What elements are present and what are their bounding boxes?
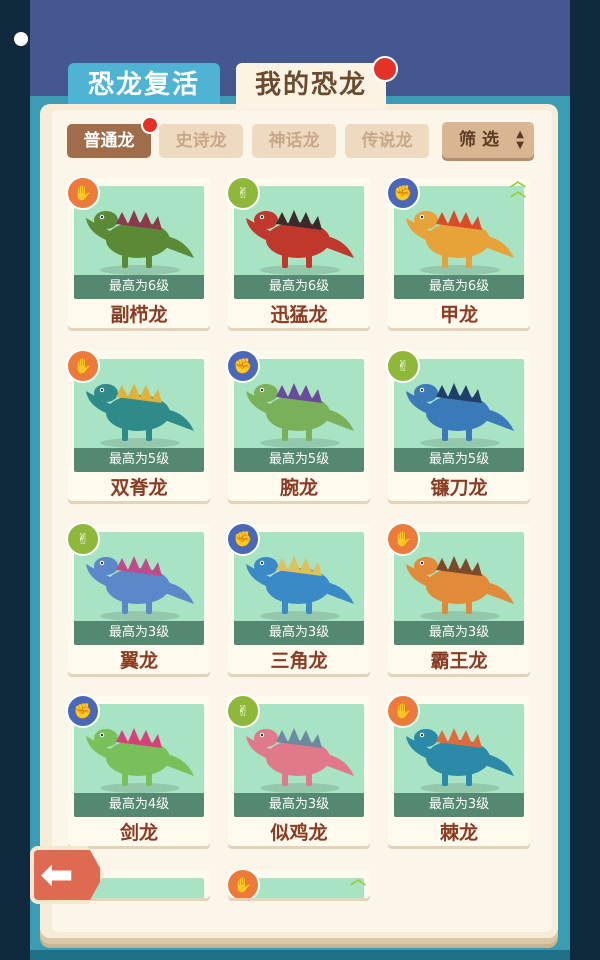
tab-dinosaur-revive[interactable]: 恐龙复活 — [68, 63, 220, 107]
filter-label: 筛 选 — [459, 130, 499, 150]
dinosaur-card[interactable]: 最高为5级腕龙 ✊ — [226, 349, 370, 501]
dinosaur-name: 副栉龙 — [110, 304, 168, 326]
notification-dot — [372, 56, 398, 82]
max-level-label: 最高为6级 — [394, 275, 524, 299]
paper-element-icon: ✋ — [386, 522, 420, 556]
rock-element-icon: ✊ — [226, 349, 260, 383]
filter-chip-mythic[interactable]: 神话龙 — [252, 124, 336, 158]
dinosaur-card[interactable]: 最高为3级三角龙 ✊ — [226, 522, 370, 674]
dinosaur-name: 甲龙 — [439, 304, 478, 326]
dinosaur-card[interactable]: ✋ ︿ — [228, 870, 370, 898]
max-level-label: 最高为4级 — [74, 793, 204, 817]
upgrade-available-icon: ︿ — [349, 870, 366, 888]
dinosaur-name: 迅猛龙 — [270, 304, 328, 326]
max-level-label: 最高为5级 — [394, 448, 524, 472]
max-level-label: 最高为3级 — [234, 621, 364, 645]
max-level-label: 最高为3级 — [74, 621, 204, 645]
dinosaur-illustration — [86, 383, 194, 448]
notification-dot — [141, 116, 159, 134]
tab-my-dinosaurs[interactable]: 我的恐龙 — [236, 63, 386, 109]
upgrade-available-icon: ︿ ︿ — [509, 171, 526, 200]
dinosaur-illustration — [246, 556, 354, 621]
paper-element-icon: ✋ — [386, 694, 420, 728]
max-level-label: 最高为5级 — [234, 448, 364, 472]
scissors-element-icon: ✌ — [66, 522, 100, 556]
dinosaur-card[interactable]: 最高为3级棘龙 ✋ — [386, 694, 530, 846]
rock-element-icon: ✊ — [66, 694, 100, 728]
paper-element-icon: ✋ — [66, 349, 100, 383]
max-level-label: 最高为3级 — [394, 621, 524, 645]
dinosaur-card[interactable]: 最高为6级副栉龙 ✋ — [66, 176, 210, 328]
dinosaur-name: 三角龙 — [270, 650, 328, 672]
scissors-element-icon: ✌ — [386, 349, 420, 383]
dinosaur-name: 双脊龙 — [110, 477, 168, 499]
paper-element-icon: ✋ — [66, 176, 100, 210]
dinosaur-name: 翼龙 — [119, 650, 158, 672]
dinosaur-card[interactable]: 最高为3级霸王龙 ✋ — [386, 522, 530, 674]
dinosaur-illustration — [86, 728, 194, 793]
filter-chip-epic[interactable]: 史诗龙 — [159, 124, 243, 158]
rock-element-icon: ✊ — [386, 176, 420, 210]
max-level-label: 最高为6级 — [74, 275, 204, 299]
dinosaur-card[interactable]: 最高为3级似鸡龙 ✌ — [226, 694, 370, 846]
filter-chip-legendary[interactable]: 传说龙 — [345, 124, 429, 158]
dinosaur-illustration — [246, 210, 354, 275]
max-level-label: 最高为3级 — [234, 793, 364, 817]
background-bottom-band — [30, 950, 570, 960]
filter-chip-common[interactable]: 普通龙 — [67, 124, 151, 158]
dinosaur-name: 剑龙 — [119, 822, 158, 844]
paper-element-icon: ✋ — [228, 870, 260, 898]
dinosaur-name: 棘龙 — [439, 822, 478, 844]
dinosaur-card[interactable]: 最高为6级迅猛龙 ✌ — [226, 176, 370, 328]
dinosaur-illustration — [406, 556, 514, 621]
max-level-label: 最高为5级 — [74, 448, 204, 472]
dinosaur-illustration — [406, 210, 514, 275]
dinosaur-card[interactable]: 最高为4级剑龙 ✊ — [66, 694, 210, 846]
dinosaur-card[interactable]: 最高为5级镰刀龙 ✌ — [386, 349, 530, 501]
dinosaur-card[interactable]: 最高为5级双脊龙 ✋ — [66, 349, 210, 501]
sort-arrows-icon: ▲ ▼ — [516, 129, 524, 151]
max-level-label: 最高为3级 — [394, 793, 524, 817]
dinosaur-card[interactable]: 最高为6级甲龙 ✊ ︿ ︿ — [386, 171, 530, 328]
back-arrow-icon: ⬅ — [40, 852, 74, 898]
dinosaur-name: 霸王龙 — [430, 650, 488, 672]
dinosaur-name: 似鸡龙 — [270, 822, 328, 844]
dinosaur-illustration — [86, 556, 194, 621]
dinosaur-illustration — [86, 210, 194, 275]
dinosaur-illustration — [246, 383, 354, 448]
scissors-element-icon: ✌ — [226, 176, 260, 210]
dinosaur-illustration — [406, 383, 514, 448]
rock-element-icon: ✊ — [226, 522, 260, 556]
floating-dot[interactable] — [14, 32, 28, 46]
dinosaur-illustration — [406, 728, 514, 793]
max-level-label: 最高为6级 — [234, 275, 364, 299]
dinosaur-card[interactable]: 最高为3级翼龙 ✌ — [66, 522, 210, 674]
scissors-element-icon: ✌ — [226, 694, 260, 728]
dinosaur-illustration — [246, 728, 354, 793]
dinosaur-name: 镰刀龙 — [430, 477, 488, 499]
filter-sort-button[interactable]: 筛 选 ▲ ▼ — [442, 122, 534, 158]
dinosaur-name: 腕龙 — [279, 477, 318, 499]
